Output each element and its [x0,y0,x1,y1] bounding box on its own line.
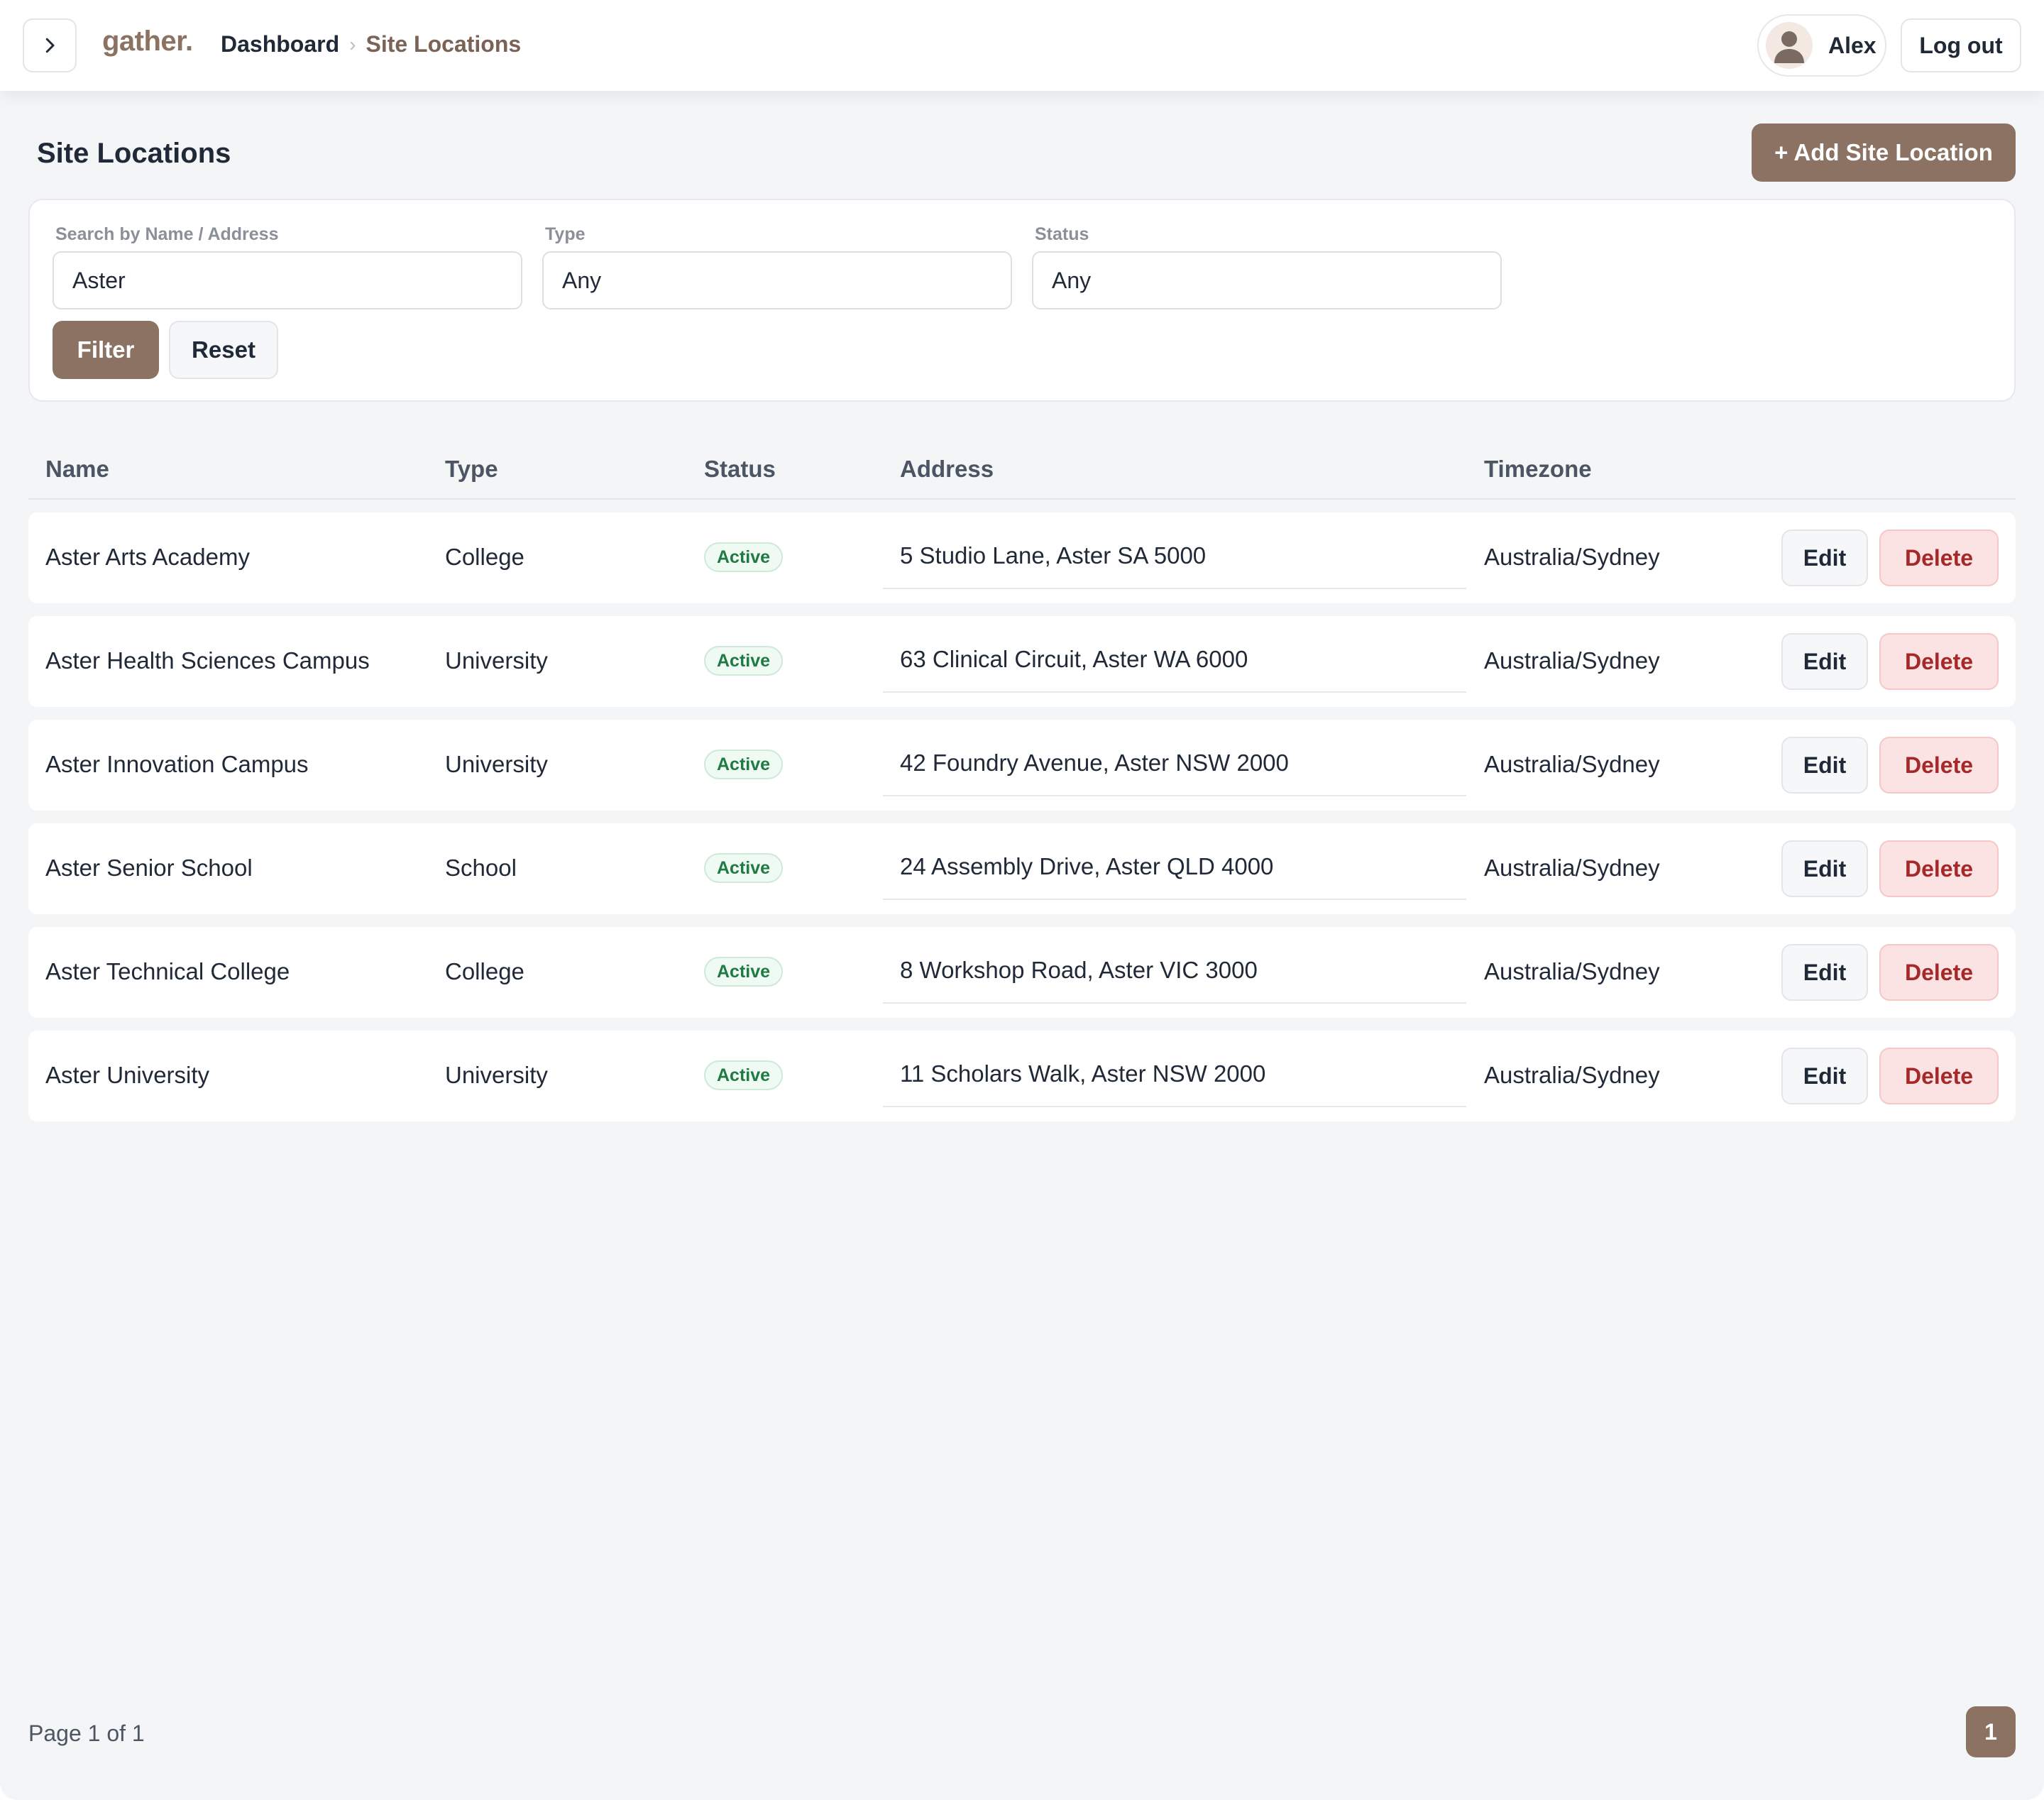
row-address-cell: 5 Studio Lane, Aster SA 5000 [883,512,1466,589]
row-address: 11 Scholars Walk, Aster NSW 2000 [900,1060,1266,1087]
table-row: Aster Senior School School Active 24 Ass… [28,823,2016,914]
type-label: Type [545,224,586,244]
delete-button[interactable]: Delete [1879,737,1999,794]
delete-button[interactable]: Delete [1879,633,1999,690]
column-header-timezone[interactable]: Timezone [1484,456,1592,483]
status-badge: Active [704,853,784,883]
status-badge: Active [704,750,784,779]
table-row: Aster Innovation Campus University Activ… [28,720,2016,811]
row-address-cell: 42 Foundry Avenue, Aster NSW 2000 [883,720,1466,796]
app-frame: gather. Dashboard › Site Locations Alex … [0,0,2044,1800]
type-select[interactable]: Any [542,251,1012,309]
table-header: Name Type Status Address Timezone [28,440,2016,500]
status-badge: Active [704,542,784,572]
row-address-cell: 11 Scholars Walk, Aster NSW 2000 [883,1031,1466,1107]
filter-button[interactable]: Filter [53,321,159,379]
table-row: Aster Health Sciences Campus University … [28,616,2016,707]
row-address: 8 Workshop Road, Aster VIC 3000 [900,957,1258,983]
status-badge: Active [704,1060,784,1090]
table-row: Aster University University Active 11 Sc… [28,1031,2016,1121]
table-row: Aster Technical College College Active 8… [28,927,2016,1018]
row-timezone: Australia/Sydney [1484,751,1660,777]
column-header-name[interactable]: Name [45,456,109,483]
edit-button[interactable]: Edit [1781,737,1868,794]
row-name: Aster University [45,1062,210,1088]
search-label: Search by Name / Address [55,224,279,244]
edit-button[interactable]: Edit [1781,633,1868,690]
row-address: 24 Assembly Drive, Aster QLD 4000 [900,853,1274,879]
row-name: Aster Senior School [45,855,253,881]
breadcrumb-separator: › [349,33,356,55]
row-address: 42 Foundry Avenue, Aster NSW 2000 [900,750,1289,776]
delete-button[interactable]: Delete [1879,1048,1999,1104]
breadcrumb: Dashboard › Site Locations [221,31,521,57]
chevron-right-icon [45,38,55,53]
user-avatar-icon [1774,31,1804,63]
pagination-info: Page 1 of 1 [28,1721,145,1746]
page-title: Site Locations [37,138,231,169]
user-name: Alex [1828,32,1877,58]
row-timezone: Australia/Sydney [1484,1062,1660,1088]
delete-button[interactable]: Delete [1879,529,1999,586]
row-timezone: Australia/Sydney [1484,544,1660,570]
status-label: Status [1035,224,1089,244]
row-timezone: Australia/Sydney [1484,647,1660,674]
delete-button[interactable]: Delete [1879,840,1999,897]
status-select[interactable]: Any [1032,251,1502,309]
row-address: 63 Clinical Circuit, Aster WA 6000 [900,646,1248,672]
edit-button[interactable]: Edit [1781,529,1868,586]
breadcrumb-dashboard-link[interactable]: Dashboard [221,31,339,57]
logout-button[interactable]: Log out [1901,18,2021,72]
filter-panel: Search by Name / Address Aster Type Any … [28,199,2016,402]
user-menu[interactable]: Alex [1757,14,1886,77]
search-input[interactable]: Aster [53,251,522,309]
row-name: Aster Technical College [45,958,290,984]
add-site-location-button[interactable]: + Add Site Location [1752,124,2016,182]
row-type: College [445,958,524,984]
avatar [1766,22,1813,69]
delete-button[interactable]: Delete [1879,944,1999,1001]
row-type: College [445,544,524,570]
row-type: University [445,1062,548,1088]
row-name: Aster Innovation Campus [45,751,309,777]
row-name: Aster Arts Academy [45,544,250,570]
edit-button[interactable]: Edit [1781,840,1868,897]
row-address-cell: 24 Assembly Drive, Aster QLD 4000 [883,823,1466,900]
row-address-cell: 8 Workshop Road, Aster VIC 3000 [883,927,1466,1004]
status-badge: Active [704,957,784,987]
row-address: 5 Studio Lane, Aster SA 5000 [900,542,1207,569]
page-1-button[interactable]: 1 [1966,1706,2016,1757]
row-timezone: Australia/Sydney [1484,855,1660,881]
app-logo[interactable]: gather. [102,26,193,57]
edit-button[interactable]: Edit [1781,1048,1868,1104]
top-bar: gather. Dashboard › Site Locations Alex … [0,0,2044,91]
row-address-cell: 63 Clinical Circuit, Aster WA 6000 [883,616,1466,693]
reset-button[interactable]: Reset [169,321,278,379]
row-type: University [445,647,548,674]
status-badge: Active [704,646,784,676]
column-header-status[interactable]: Status [704,456,776,483]
row-type: University [445,751,548,777]
breadcrumb-current: Site Locations [366,31,522,57]
sidebar-toggle-button[interactable] [23,18,77,72]
row-timezone: Australia/Sydney [1484,958,1660,984]
edit-button[interactable]: Edit [1781,944,1868,1001]
row-name: Aster Health Sciences Campus [45,647,370,674]
row-type: School [445,855,517,881]
column-header-address[interactable]: Address [900,456,994,483]
column-header-type[interactable]: Type [445,456,498,483]
table-row: Aster Arts Academy College Active 5 Stud… [28,512,2016,603]
